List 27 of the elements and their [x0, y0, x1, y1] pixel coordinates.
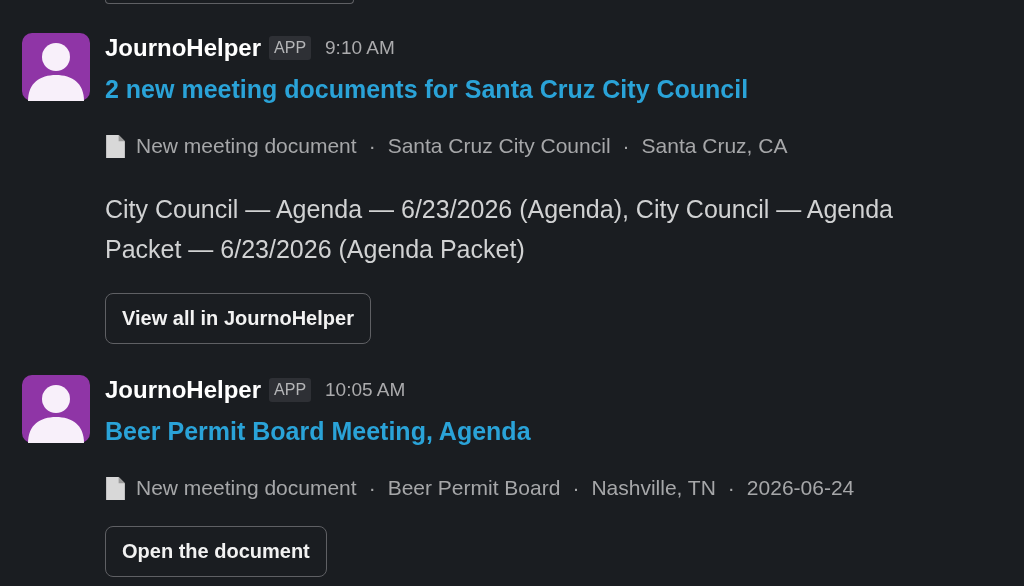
app-badge: APP [269, 36, 312, 60]
meta-text: New meeting document [136, 476, 357, 500]
meta-text: New meeting document [136, 134, 357, 158]
document-icon [105, 475, 126, 501]
avatar-icon [22, 375, 90, 443]
separator-dot: · [368, 134, 376, 158]
app-badge: APP [269, 378, 312, 402]
separator-dot: · [622, 134, 630, 158]
timestamp[interactable]: 10:05 AM [325, 379, 406, 401]
separator-dot: · [727, 476, 735, 500]
action-button[interactable]: View all in JournoHelper [105, 293, 371, 344]
separator-dot: · [572, 476, 580, 500]
meta-text: Nashville, TN [591, 476, 716, 500]
document-icon [105, 133, 126, 159]
meta-text: 2026-06-24 [746, 476, 855, 500]
sender-name[interactable]: JournoHelper [105, 376, 262, 404]
message-body: City Council — Agenda — 6/23/2026 (Agenda), City Council — Agenda Packet — 6/23/2026 (Agenda Packet) [105, 194, 894, 265]
action-button[interactable]: Open the document [105, 526, 327, 577]
meta-text: Beer Permit Board [387, 476, 561, 500]
separator-dot: · [368, 476, 376, 500]
message-title-link[interactable]: Beer Permit Board Meeting, Agenda [105, 413, 531, 449]
avatar-icon [22, 33, 90, 101]
timestamp[interactable]: 9:10 AM [325, 37, 395, 59]
message-title-link[interactable]: 2 new meeting documents for Santa Cruz City Council [105, 71, 749, 107]
meta-text: Santa Cruz, CA [641, 134, 788, 158]
meta-text: Santa Cruz City Council [387, 134, 611, 158]
sender-name[interactable]: JournoHelper [105, 34, 262, 62]
